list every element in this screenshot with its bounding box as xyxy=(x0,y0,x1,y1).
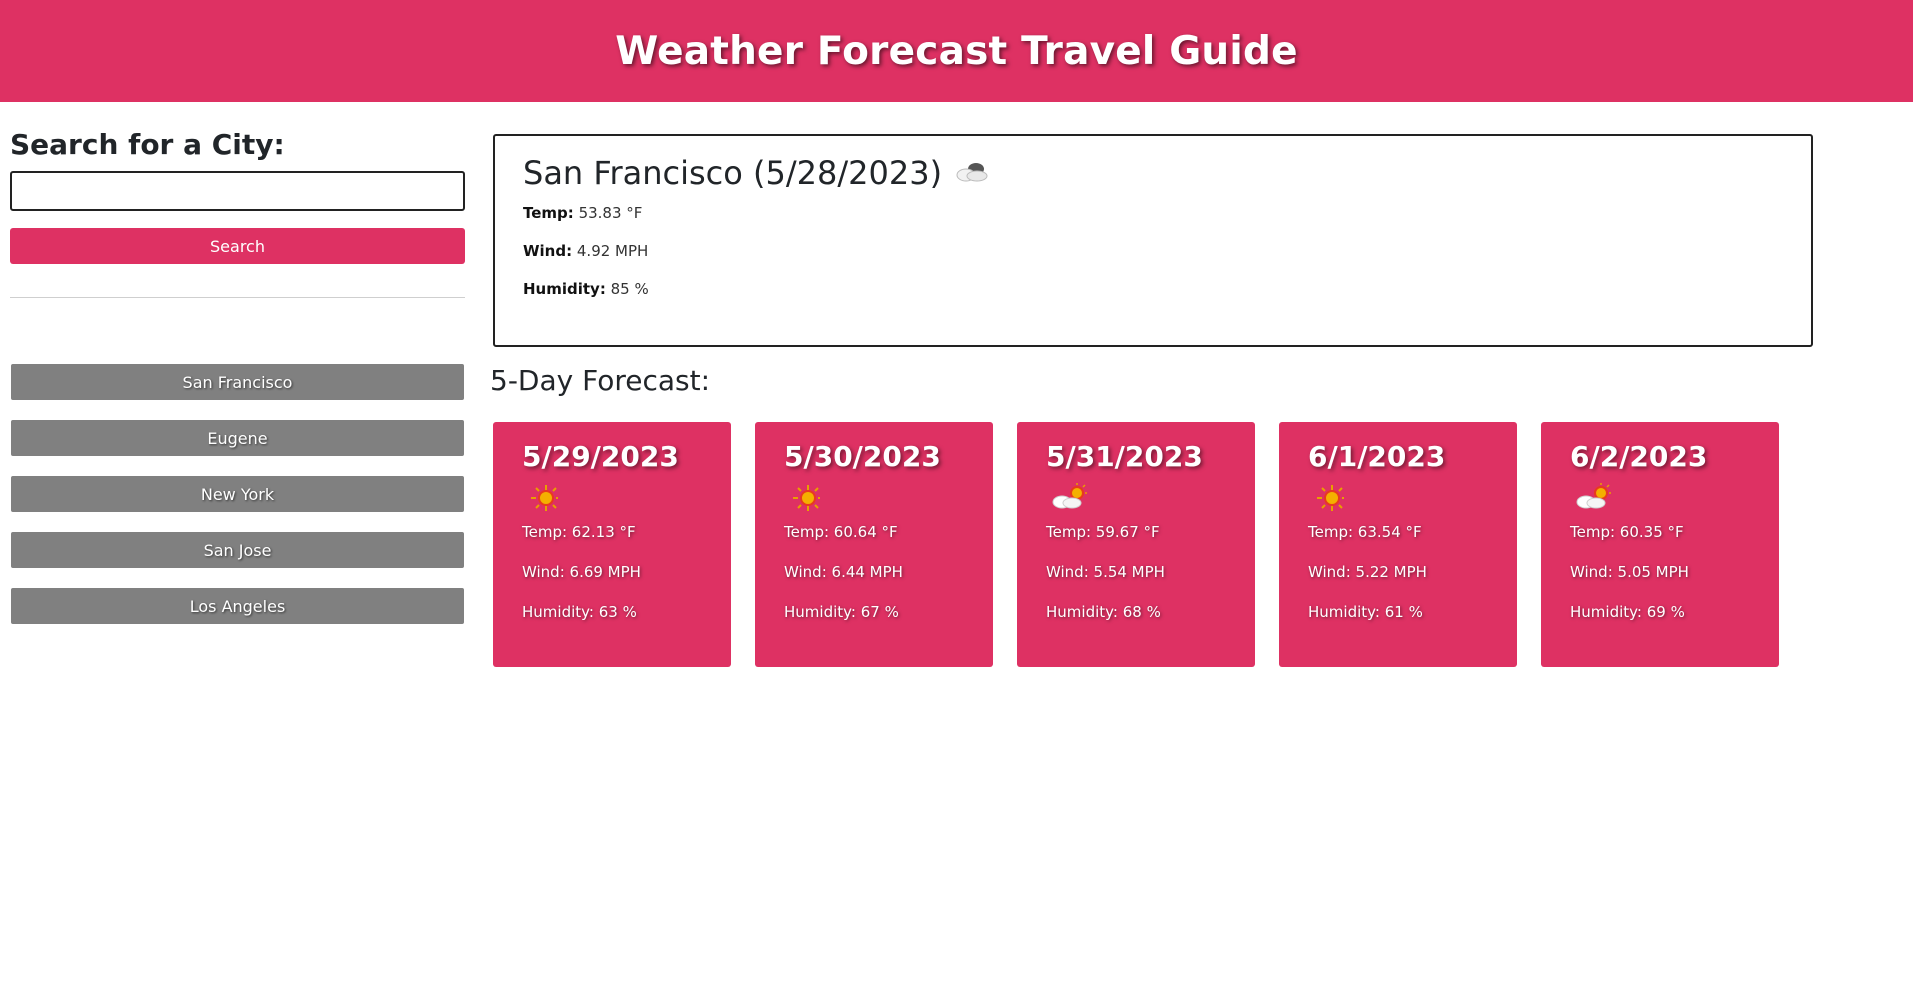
forecast-wind: Wind: 5.22 MPH xyxy=(1308,563,1427,581)
current-weather-title: San Francisco (5/28/2023) xyxy=(523,154,1783,192)
forecast-wind: Wind: 6.69 MPH xyxy=(522,563,641,581)
forecast-temp: Temp: 60.35 °F xyxy=(1570,523,1684,541)
current-weather-card: San Francisco (5/28/2023) Temp: 53.83 °F… xyxy=(493,134,1813,347)
forecast-date: 6/1/2023 xyxy=(1308,440,1446,473)
forecast-date: 5/31/2023 xyxy=(1046,440,1203,473)
forecast-humidity: Humidity: 69 % xyxy=(1570,603,1685,621)
current-wind: Wind: 4.92 MPH xyxy=(523,242,649,260)
forecast-wind: Wind: 5.05 MPH xyxy=(1570,563,1689,581)
partly-cloudy-icon xyxy=(1570,481,1750,517)
sun-icon xyxy=(1308,481,1488,517)
current-humidity: Humidity: 85 % xyxy=(523,280,649,298)
sidebar: Search for a City: Search San Francisco … xyxy=(10,128,465,644)
forecast-temp: Temp: 59.67 °F xyxy=(1046,523,1160,541)
cloud-icon xyxy=(952,158,992,188)
forecast-wind: Wind: 6.44 MPH xyxy=(784,563,903,581)
forecast-date: 5/30/2023 xyxy=(784,440,941,473)
sun-icon xyxy=(522,481,702,517)
forecast-card: 5/31/2023 Temp: 59.67 °F Wind: 5.54 MPH … xyxy=(1017,422,1255,667)
divider xyxy=(10,297,465,298)
history-button-eugene[interactable]: Eugene xyxy=(11,420,464,456)
page-title: Weather Forecast Travel Guide xyxy=(615,28,1298,74)
city-search-input[interactable] xyxy=(10,171,465,211)
forecast-card: 6/1/2023 Temp: 63.54 °F Wind: 5.22 MPH H… xyxy=(1279,422,1517,667)
search-button[interactable]: Search xyxy=(10,228,465,264)
current-city-date: San Francisco (5/28/2023) xyxy=(523,154,943,192)
forecast-card: 6/2/2023 Temp: 60.35 °F Wind: 5.05 MPH H… xyxy=(1541,422,1779,667)
forecast-heading: 5-Day Forecast: xyxy=(490,364,711,397)
sun-icon xyxy=(784,481,964,517)
forecast-humidity: Humidity: 68 % xyxy=(1046,603,1161,621)
forecast-temp: Temp: 62.13 °F xyxy=(522,523,636,541)
forecast-date: 6/2/2023 xyxy=(1570,440,1708,473)
forecast-temp: Temp: 60.64 °F xyxy=(784,523,898,541)
forecast-humidity: Humidity: 61 % xyxy=(1308,603,1423,621)
search-heading: Search for a City: xyxy=(10,128,285,161)
forecast-humidity: Humidity: 67 % xyxy=(784,603,899,621)
forecast-list: 5/29/2023 Temp: 62.13 °F Wind: 6.69 MPH … xyxy=(493,422,1779,667)
partly-cloudy-icon xyxy=(1046,481,1226,517)
forecast-wind: Wind: 5.54 MPH xyxy=(1046,563,1165,581)
forecast-card: 5/29/2023 Temp: 62.13 °F Wind: 6.69 MPH … xyxy=(493,422,731,667)
history-button-san-francisco[interactable]: San Francisco xyxy=(11,364,464,400)
history-button-los-angeles[interactable]: Los Angeles xyxy=(11,588,464,624)
history-button-san-jose[interactable]: San Jose xyxy=(11,532,464,568)
forecast-temp: Temp: 63.54 °F xyxy=(1308,523,1422,541)
forecast-humidity: Humidity: 63 % xyxy=(522,603,637,621)
current-temp: Temp: 53.83 °F xyxy=(523,204,643,222)
history-button-new-york[interactable]: New York xyxy=(11,476,464,512)
forecast-date: 5/29/2023 xyxy=(522,440,679,473)
search-history-list: San Francisco Eugene New York San Jose L… xyxy=(10,364,465,624)
page-header: Weather Forecast Travel Guide xyxy=(0,0,1913,102)
forecast-card: 5/30/2023 Temp: 60.64 °F Wind: 6.44 MPH … xyxy=(755,422,993,667)
